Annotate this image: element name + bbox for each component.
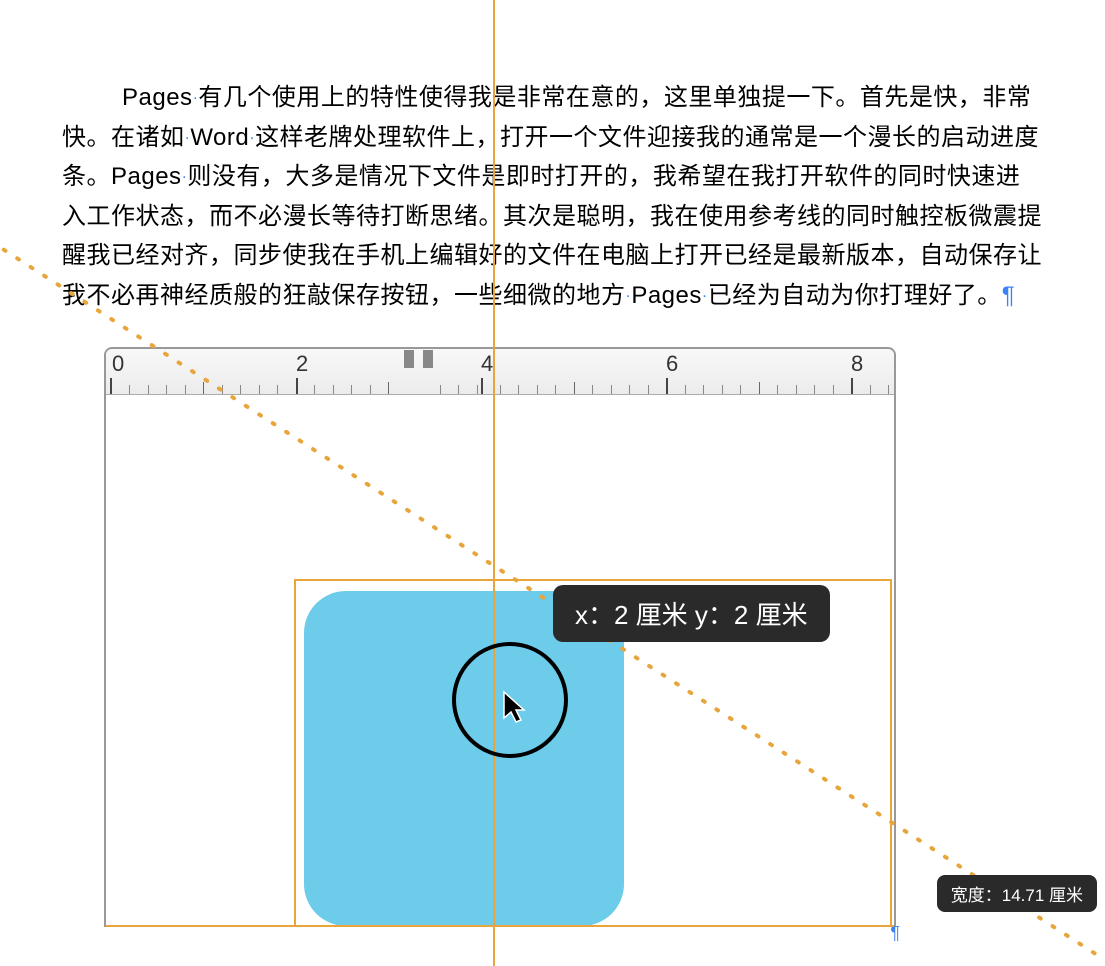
paragraph-mark-icon: ¶: [1002, 276, 1015, 316]
text-segment: Pages: [122, 84, 193, 111]
text-segment: Pages: [631, 282, 702, 309]
cursor-arrow-icon: [502, 690, 530, 726]
horizontal-guide-line: [106, 925, 894, 927]
ruler-label: 4: [481, 351, 493, 377]
vertical-guide-line: [493, 0, 495, 966]
text-segment: Pages: [111, 163, 182, 190]
horizontal-ruler[interactable]: 0 2 4 6 8: [106, 349, 894, 395]
margin-marker-left[interactable]: [404, 350, 414, 368]
margin-marker-right[interactable]: [423, 350, 433, 368]
text-segment: Word: [190, 124, 249, 151]
ruler-label: 2: [296, 351, 308, 377]
width-tooltip: 宽度：14.71 厘米: [937, 875, 1097, 912]
text-segment: 已经为自动为你打理好了。: [708, 282, 1002, 309]
ruler-ticks: [106, 376, 894, 394]
position-tooltip: x：2 厘米 y：2 厘米: [553, 585, 830, 642]
ruler-label: 0: [112, 351, 124, 377]
document-paragraph: Pages·有几个使用上的特性使得我是非常在意的，这里单独提一下。首先是快，非常…: [0, 0, 1105, 316]
ruler-label: 8: [851, 351, 863, 377]
ruler-label: 6: [666, 351, 678, 377]
